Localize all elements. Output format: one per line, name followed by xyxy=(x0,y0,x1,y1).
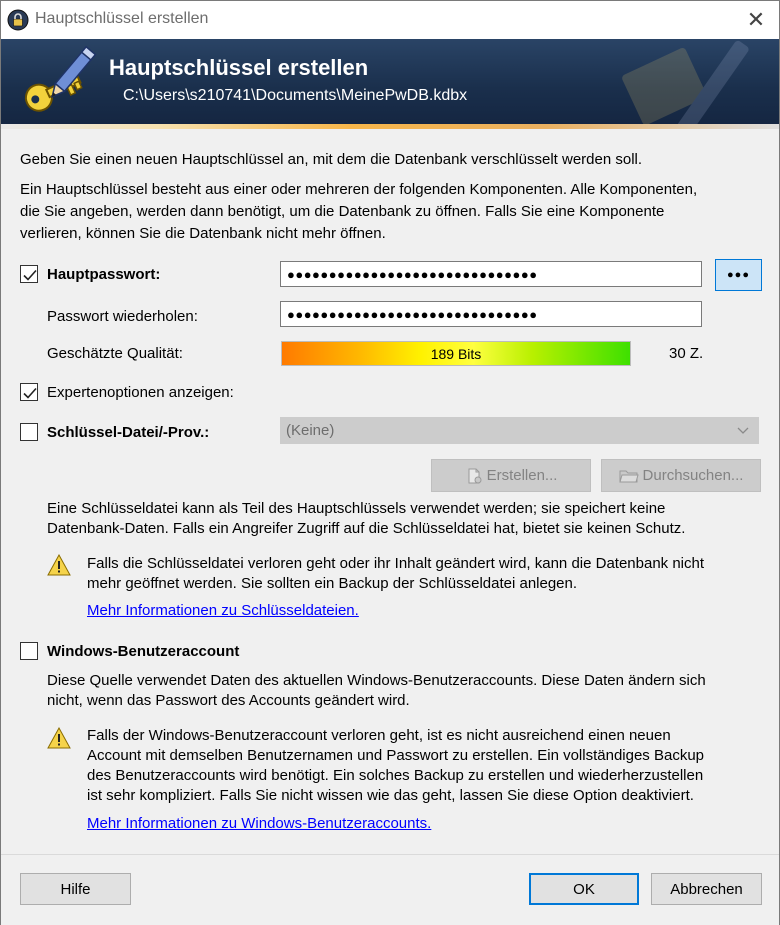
repeat-password-input[interactable]: ●●●●●●●●●●●●●●●●●●●●●●●●●●●●●● xyxy=(280,301,702,327)
intro-text: Geben Sie einen neuen Hauptschlüssel an,… xyxy=(20,151,643,168)
windows-account-description-line-2: nicht, wenn das Passwort des Accounts ge… xyxy=(47,692,410,709)
key-file-description-line-2: Datenbank-Daten. Falls ein Angreifer Zug… xyxy=(47,520,686,537)
checkmark-icon xyxy=(23,387,37,399)
warning-icon xyxy=(47,727,71,749)
chevron-down-icon xyxy=(737,427,749,434)
folder-icon xyxy=(618,470,639,482)
quality-label: Geschätzte Qualität: xyxy=(47,345,183,362)
window-title: Hauptschlüssel erstellen xyxy=(35,10,209,27)
keepass-lock-icon xyxy=(7,9,29,31)
key-file-info-link[interactable]: Mehr Informationen zu Schlüsseldateien. xyxy=(87,602,359,619)
quality-bits-text: 189 Bits xyxy=(430,345,482,362)
windows-account-warning-line-1: Falls der Windows-Benutzeraccount verlor… xyxy=(87,727,671,744)
browse-key-file-button[interactable]: Durchsuchen... xyxy=(601,459,761,492)
warning-icon xyxy=(47,554,71,576)
key-file-warning-line-2: mehr geöffnet werden. Sie sollten ein Ba… xyxy=(87,575,578,592)
ok-button[interactable]: OK xyxy=(529,873,639,905)
master-password-input[interactable]: ●●●●●●●●●●●●●●●●●●●●●●●●●●●●●● xyxy=(280,261,702,287)
banner-watermark-icon xyxy=(622,40,749,129)
windows-account-info-link[interactable]: Mehr Informationen zu Windows-Benutzerac… xyxy=(87,815,431,832)
master-password-checkbox[interactable] xyxy=(20,265,38,283)
key-file-checkbox[interactable] xyxy=(20,423,38,441)
database-path: C:\Users\s210741\Documents\MeinePwDB.kdb… xyxy=(123,87,468,104)
repeat-password-label: Passwort wiederholen: xyxy=(47,308,198,325)
master-password-value: ●●●●●●●●●●●●●●●●●●●●●●●●●●●●●● xyxy=(287,266,538,282)
key-pencil-icon xyxy=(24,45,97,112)
windows-account-warning-line-2: Account mit demselben Benutzernamen und … xyxy=(87,747,704,764)
dialog-window: Hauptschlüssel erstellen ✕ Hauptschlüsse… xyxy=(0,0,780,925)
expert-options-checkbox[interactable] xyxy=(20,383,38,401)
title-bar: Hauptschlüssel erstellen ✕ xyxy=(1,1,779,39)
create-key-file-button[interactable]: Erstellen... xyxy=(431,459,591,492)
close-icon[interactable]: ✕ xyxy=(747,7,765,33)
windows-account-warning-line-3: des Benutzeraccounts wird benötigt. Ein … xyxy=(87,767,704,784)
banner-stripe xyxy=(1,124,779,129)
windows-account-checkbox[interactable] xyxy=(20,642,38,660)
header-banner: Hauptschlüssel erstellen C:\Users\s21074… xyxy=(1,39,779,129)
show-password-toggle-button[interactable]: ●●● xyxy=(715,259,762,291)
repeat-password-value: ●●●●●●●●●●●●●●●●●●●●●●●●●●●●●● xyxy=(287,306,538,322)
windows-account-description-line-1: Diese Quelle verwendet Daten des aktuell… xyxy=(47,672,706,689)
help-button-label: Hilfe xyxy=(60,880,91,898)
key-file-provider-select[interactable]: (Keine) xyxy=(280,417,759,444)
password-length-text: 30 Z. xyxy=(669,345,704,362)
windows-account-warning-line-4: ist sehr kompliziert. Falls Sie nicht wi… xyxy=(87,787,694,804)
key-file-description-line-1: Eine Schlüsseldatei kann als Teil des Ha… xyxy=(47,500,666,517)
cancel-button-label: Abbrechen xyxy=(670,880,743,898)
close-button[interactable]: ✕ xyxy=(733,1,779,39)
key-file-label: Schlüssel-Datei/-Prov.: xyxy=(47,424,210,441)
help-button[interactable]: Hilfe xyxy=(20,873,131,905)
create-key-file-label: Erstellen... xyxy=(486,467,558,484)
cancel-button[interactable]: Abbrechen xyxy=(651,873,762,905)
intro-components-line-2: die Sie angeben, werden dann benötigt, u… xyxy=(20,203,665,220)
new-file-icon xyxy=(468,468,482,483)
quality-bar: 189 Bits xyxy=(281,341,631,366)
key-file-warning-line-1: Falls die Schlüsseldatei verloren geht o… xyxy=(87,555,705,572)
checkmark-icon xyxy=(23,269,37,281)
ok-button-label: OK xyxy=(573,880,595,898)
master-password-label: Hauptpasswort: xyxy=(47,266,161,283)
key-file-selected-value: (Keine) xyxy=(286,422,335,439)
password-dots-icon: ●●● xyxy=(727,269,750,281)
banner-title: Hauptschlüssel erstellen xyxy=(109,55,369,80)
intro-components-line-1: Ein Hauptschlüssel besteht aus einer ode… xyxy=(20,181,698,198)
expert-options-label: Expertenoptionen anzeigen: xyxy=(47,384,234,401)
browse-key-file-label: Durchsuchen... xyxy=(642,467,744,484)
intro-components-line-3: verlieren, können Sie die Datenbank nich… xyxy=(20,225,386,242)
windows-account-label: Windows-Benutzeraccount xyxy=(47,643,240,660)
